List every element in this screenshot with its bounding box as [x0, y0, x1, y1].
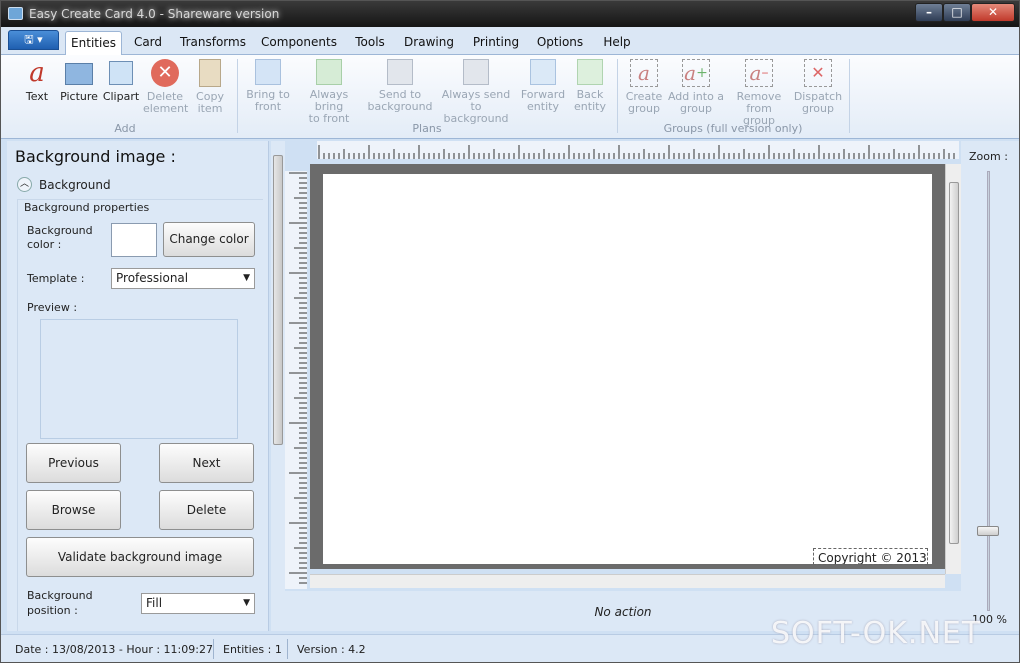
forward-entity-button[interactable]: Forward entity [519, 59, 567, 113]
always-send-back-icon [463, 59, 489, 85]
previous-button[interactable]: Previous [26, 443, 121, 483]
send-to-background-button[interactable]: Send to background [367, 59, 433, 113]
collapse-up-icon[interactable]: ︿ [17, 177, 32, 192]
ribbon-tabs: 🖫 ▾ Entities Card Transforms Components … [1, 27, 1019, 56]
tab-components[interactable]: Components [260, 31, 338, 55]
position-select[interactable]: Fill ▼ [141, 593, 255, 614]
status-separator [213, 639, 214, 659]
status-entities: Entities : 1 [223, 643, 282, 656]
text-button[interactable]: a Text [21, 59, 53, 103]
always-bring-front-icon [316, 59, 342, 85]
tab-drawing[interactable]: Drawing [402, 31, 456, 55]
always-bring-to-front-button[interactable]: Always bring to front [295, 59, 363, 125]
tab-card[interactable]: Card [129, 31, 167, 55]
horizontal-ruler [317, 141, 959, 159]
minimize-button[interactable]: – [915, 3, 943, 22]
canvas-horizontal-scrollbar[interactable] [310, 574, 945, 588]
watermark: SOFT-OK.NET [771, 616, 982, 651]
validate-background-button[interactable]: Validate background image [26, 537, 254, 577]
maximize-button[interactable]: □ [943, 3, 971, 22]
preview-label: Preview : [27, 301, 78, 314]
copyright-text-entity[interactable]: Copyright © 2013 [813, 548, 928, 565]
preview-area [40, 319, 238, 439]
template-select[interactable]: Professional ▼ [111, 268, 255, 289]
app-window: Easy Create Card 4.0 - Shareware version… [0, 0, 1020, 663]
panel-title: Background image : [15, 147, 176, 166]
always-send-to-background-button[interactable]: Always send to background [437, 59, 515, 125]
tab-tools[interactable]: Tools [350, 31, 390, 55]
bg-color-label-line1: Background [27, 224, 93, 237]
group-label-add: Add [114, 122, 136, 135]
app-icon [8, 7, 23, 20]
send-back-icon [387, 59, 413, 85]
bring-front-icon [255, 59, 281, 85]
browse-button[interactable]: Browse [26, 490, 121, 530]
title-bar: Easy Create Card 4.0 - Shareware version… [1, 1, 1019, 27]
tab-printing[interactable]: Printing [469, 31, 523, 55]
status-date-time: Date : 13/08/2013 - Hour : 11:09:27 [15, 643, 213, 656]
close-button[interactable]: ✕ [971, 3, 1015, 22]
position-label-line2: position : [27, 604, 78, 617]
clipart-icon [109, 61, 133, 85]
tab-transforms[interactable]: Transforms [179, 31, 247, 55]
tab-options[interactable]: Options [534, 31, 586, 55]
window-title: Easy Create Card 4.0 - Shareware version [29, 7, 280, 21]
delete-icon: ✕ [151, 59, 179, 87]
next-button[interactable]: Next [159, 443, 254, 483]
properties-title: Background properties [24, 201, 150, 214]
text-icon: a [29, 58, 45, 88]
bring-to-front-button[interactable]: Bring to front [245, 59, 291, 113]
app-menu-button[interactable]: 🖫 ▾ [8, 30, 59, 50]
delete-element-button[interactable]: ✕ Delete element [143, 59, 188, 115]
status-separator [287, 639, 288, 659]
add-into-group-icon: a + [682, 59, 710, 87]
group-label-groups: Groups (full version only) [663, 122, 803, 135]
dispatch-group-icon: ✕ [804, 59, 832, 87]
chevron-down-icon: ▼ [243, 273, 250, 283]
panel-scrollbar[interactable] [271, 141, 285, 631]
copy-icon [199, 59, 221, 87]
remove-from-group-button[interactable]: a – Remove from group [729, 59, 789, 127]
create-group-icon: a [630, 59, 658, 87]
chevron-down-icon: ▼ [243, 598, 250, 608]
vertical-scrollbar-thumb[interactable] [949, 182, 959, 544]
position-label-line1: Background [27, 589, 93, 602]
create-group-button[interactable]: a Create group [623, 59, 665, 115]
picture-icon [65, 63, 93, 85]
copy-item-button[interactable]: Copy item [191, 59, 229, 115]
color-swatch[interactable] [111, 223, 157, 257]
tab-entities[interactable]: Entities [65, 31, 122, 56]
zoom-label: Zoom : [969, 150, 1008, 163]
background-panel: Background image : ︿ Background Backgrou… [7, 141, 269, 631]
group-separator [237, 59, 238, 133]
scrollbar-thumb[interactable] [273, 155, 283, 445]
section-header: Background [39, 178, 111, 192]
bg-color-label-line2: color : [27, 238, 62, 251]
clipart-button[interactable]: Clipart [101, 59, 141, 103]
zoom-panel: Zoom : 100 % [961, 141, 1019, 631]
template-label: Template : [27, 272, 85, 285]
picture-button[interactable]: Picture [59, 59, 99, 103]
group-label-plans: Plans [412, 122, 442, 135]
back-icon [577, 59, 603, 85]
status-version: Version : 4.2 [297, 643, 366, 656]
change-color-button[interactable]: Change color [163, 222, 255, 257]
group-separator [849, 59, 850, 133]
delete-button[interactable]: Delete [159, 490, 254, 530]
card-canvas[interactable] [323, 174, 932, 564]
group-separator [617, 59, 618, 133]
forward-icon [530, 59, 556, 85]
vertical-ruler [285, 171, 307, 589]
back-entity-button[interactable]: Back entity [571, 59, 609, 113]
remove-from-group-icon: a – [745, 59, 773, 87]
zoom-slider-track[interactable] [987, 171, 990, 611]
canvas-vertical-scrollbar[interactable] [945, 164, 961, 574]
zoom-slider-thumb[interactable] [977, 526, 999, 536]
tab-help[interactable]: Help [599, 31, 635, 55]
ribbon: a Text Picture Clipart ✕ Delete element … [1, 55, 1019, 139]
add-into-group-button[interactable]: a + Add into a group [667, 59, 725, 115]
dispatch-group-button[interactable]: ✕ Dispatch group [793, 59, 843, 115]
